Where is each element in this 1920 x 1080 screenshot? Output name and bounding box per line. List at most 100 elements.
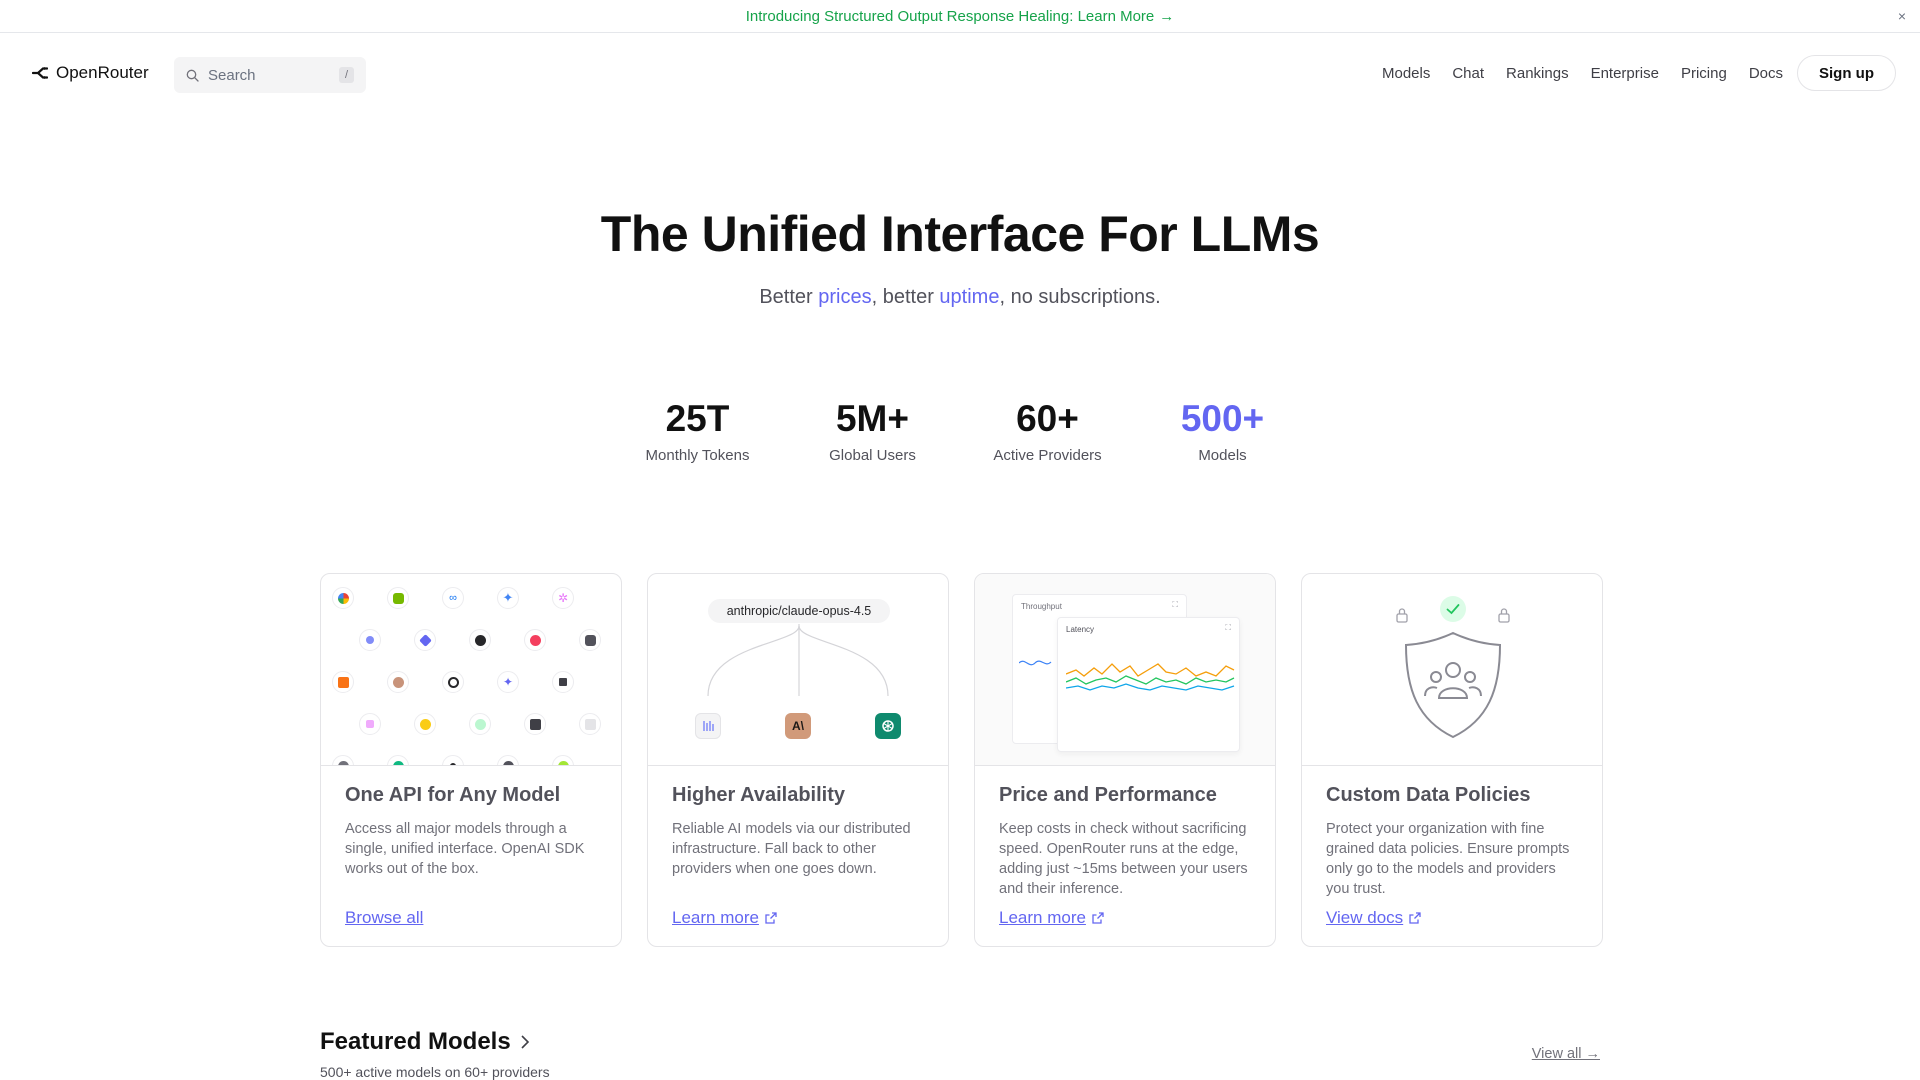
announcement-text[interactable]: Introducing Structured Output Response H… (746, 8, 1155, 25)
stat-label: Active Providers (993, 447, 1102, 464)
stat-models[interactable]: 500+ Models (1135, 398, 1310, 464)
nav-models[interactable]: Models (1382, 65, 1430, 82)
search-input[interactable]: Search / (174, 57, 366, 93)
link-label[interactable]: Learn more (999, 908, 1086, 928)
link-label[interactable]: Browse all (345, 908, 423, 928)
external-link-icon (1409, 912, 1421, 924)
signup-button[interactable]: Sign up (1797, 55, 1896, 91)
infinity-glyph: ∞ (449, 592, 457, 604)
expand-icon: ⛶ (1225, 623, 1231, 632)
perplexity-logo-icon: ✲ (552, 587, 574, 609)
provider-logo-icon (552, 755, 574, 765)
stat-label: Models (1198, 447, 1247, 464)
card-custom-data-policies[interactable]: Custom Data Policies Protect your organi… (1301, 573, 1603, 947)
view-docs-link[interactable]: View docs (1326, 908, 1422, 928)
openrouter-logo-icon (32, 67, 48, 79)
stat-active-providers: 60+ Active Providers (960, 398, 1135, 464)
provider-logo-icon (359, 629, 381, 651)
latency-lines (1066, 663, 1235, 691)
provider-logo-icon (332, 587, 354, 609)
provider-bars-icon (695, 713, 721, 739)
provider-logo-icon (579, 713, 601, 735)
nav-enterprise[interactable]: Enterprise (1591, 65, 1659, 82)
sparkle-glyph: ✦ (502, 675, 514, 689)
learn-more-link[interactable]: Learn more (999, 908, 1105, 928)
provider-logo-icon (469, 629, 491, 651)
link-label[interactable]: Learn more (672, 908, 759, 928)
brand-logo[interactable]: OpenRouter (32, 63, 149, 83)
main-nav: Models Chat Rankings Enterprise Pricing … (1382, 55, 1896, 91)
hero-subtitle: Better prices, better uptime, no subscri… (0, 286, 1920, 309)
expand-icon: ⛶ (1172, 600, 1178, 609)
meta-logo-icon: ∞ (442, 587, 464, 609)
provider-logo-icon: ✦ (497, 671, 519, 693)
bars-glyph (703, 721, 714, 731)
chevron-right-icon[interactable] (519, 1034, 531, 1050)
external-link-icon (765, 912, 777, 924)
card-description: Access all major models through a single… (345, 821, 585, 877)
uptime-link[interactable]: uptime (939, 286, 999, 308)
provider-logo-icon (414, 713, 436, 735)
nav-rankings[interactable]: Rankings (1506, 65, 1569, 82)
search-placeholder: Search (208, 66, 256, 84)
card-price-performance[interactable]: Throughput ⛶ Latency ⛶ Price and Perform… (974, 573, 1276, 947)
hero-sub-text: , better (871, 286, 940, 308)
hero-sub-text: , no subscriptions. (999, 286, 1161, 308)
card-one-api[interactable]: ∞ ✦ ✲ ✦ One API for Any Model Access all… (320, 573, 622, 947)
provider-logo-icon (332, 755, 354, 765)
stat-value[interactable]: 500+ (1135, 398, 1310, 440)
hero-sub-text: Better (759, 286, 819, 308)
stat-label: Monthly Tokens (645, 447, 750, 464)
provider-logo-icon (469, 713, 491, 735)
site-header: OpenRouter Search / Models Chat Rankings… (0, 33, 1920, 117)
provider-logo-icon (497, 755, 519, 765)
stat-monthly-tokens: 25T Monthly Tokens (610, 398, 785, 464)
card-title: One API for Any Model (345, 784, 561, 806)
provider-logo-icon (442, 755, 464, 765)
stat-value: 25T (665, 398, 730, 439)
gemini-logo-icon: ✦ (497, 587, 519, 609)
model-name-pill: anthropic/claude-opus-4.5 (708, 599, 890, 623)
stat-value: 5M+ (835, 398, 909, 439)
learn-more-link[interactable]: Learn more (672, 908, 778, 928)
stats-row: 25T Monthly Tokens 5M+ Global Users 60+ … (0, 398, 1920, 464)
stat-value: 60+ (1016, 398, 1079, 439)
users-group-icon (1445, 662, 1461, 678)
routing-diagram: anthropic/claude-opus-4.5 A\ (648, 574, 948, 766)
nvidia-logo-icon (387, 587, 409, 609)
prices-link[interactable]: prices (818, 286, 871, 308)
nav-chat[interactable]: Chat (1452, 65, 1484, 82)
provider-logo-icon (387, 755, 409, 765)
provider-logo-icon (524, 629, 546, 651)
featured-models-title[interactable]: Featured Models (320, 1028, 511, 1056)
card-description: Protect your organization with fine grai… (1326, 821, 1570, 897)
card-higher-availability[interactable]: anthropic/claude-opus-4.5 A\ Higher Avai… (647, 573, 949, 947)
hero-title: The Unified Interface For LLMs (600, 206, 1320, 262)
featured-models-subtitle: 500+ active models on 60+ providers (320, 1064, 550, 1080)
announcement-banner[interactable]: Introducing Structured Output Response H… (0, 0, 1920, 33)
card-description: Keep costs in check without sacrificing … (999, 821, 1248, 897)
view-all-link[interactable]: View all → (1532, 1046, 1600, 1062)
link-label[interactable]: View docs (1326, 908, 1403, 928)
performance-charts: Throughput ⛶ Latency ⛶ (975, 574, 1275, 766)
shield-icon (1404, 631, 1502, 739)
browse-all-link[interactable]: Browse all (345, 908, 423, 928)
search-shortcut-key: / (339, 67, 354, 83)
search-icon (186, 69, 199, 82)
provider-logo-icon (579, 629, 601, 651)
provider-logo-icon (359, 713, 381, 735)
nav-docs[interactable]: Docs (1749, 65, 1783, 82)
brand-name: OpenRouter (56, 63, 149, 82)
anthropic-provider-icon: A\ (785, 713, 811, 739)
throughput-label: Throughput (1021, 602, 1062, 611)
openai-provider-icon (875, 713, 901, 739)
close-icon[interactable]: × (1894, 8, 1910, 24)
arrow-right-icon: → (1159, 7, 1175, 25)
latency-label: Latency (1066, 625, 1095, 634)
card-description: Reliable AI models via our distributed i… (672, 821, 911, 877)
featured-models-heading[interactable]: Featured Models (320, 1028, 531, 1056)
sparkle-glyph: ✦ (502, 590, 514, 605)
card-title: Custom Data Policies (1326, 784, 1531, 806)
nav-pricing[interactable]: Pricing (1681, 65, 1727, 82)
data-policy-shield (1302, 574, 1602, 766)
